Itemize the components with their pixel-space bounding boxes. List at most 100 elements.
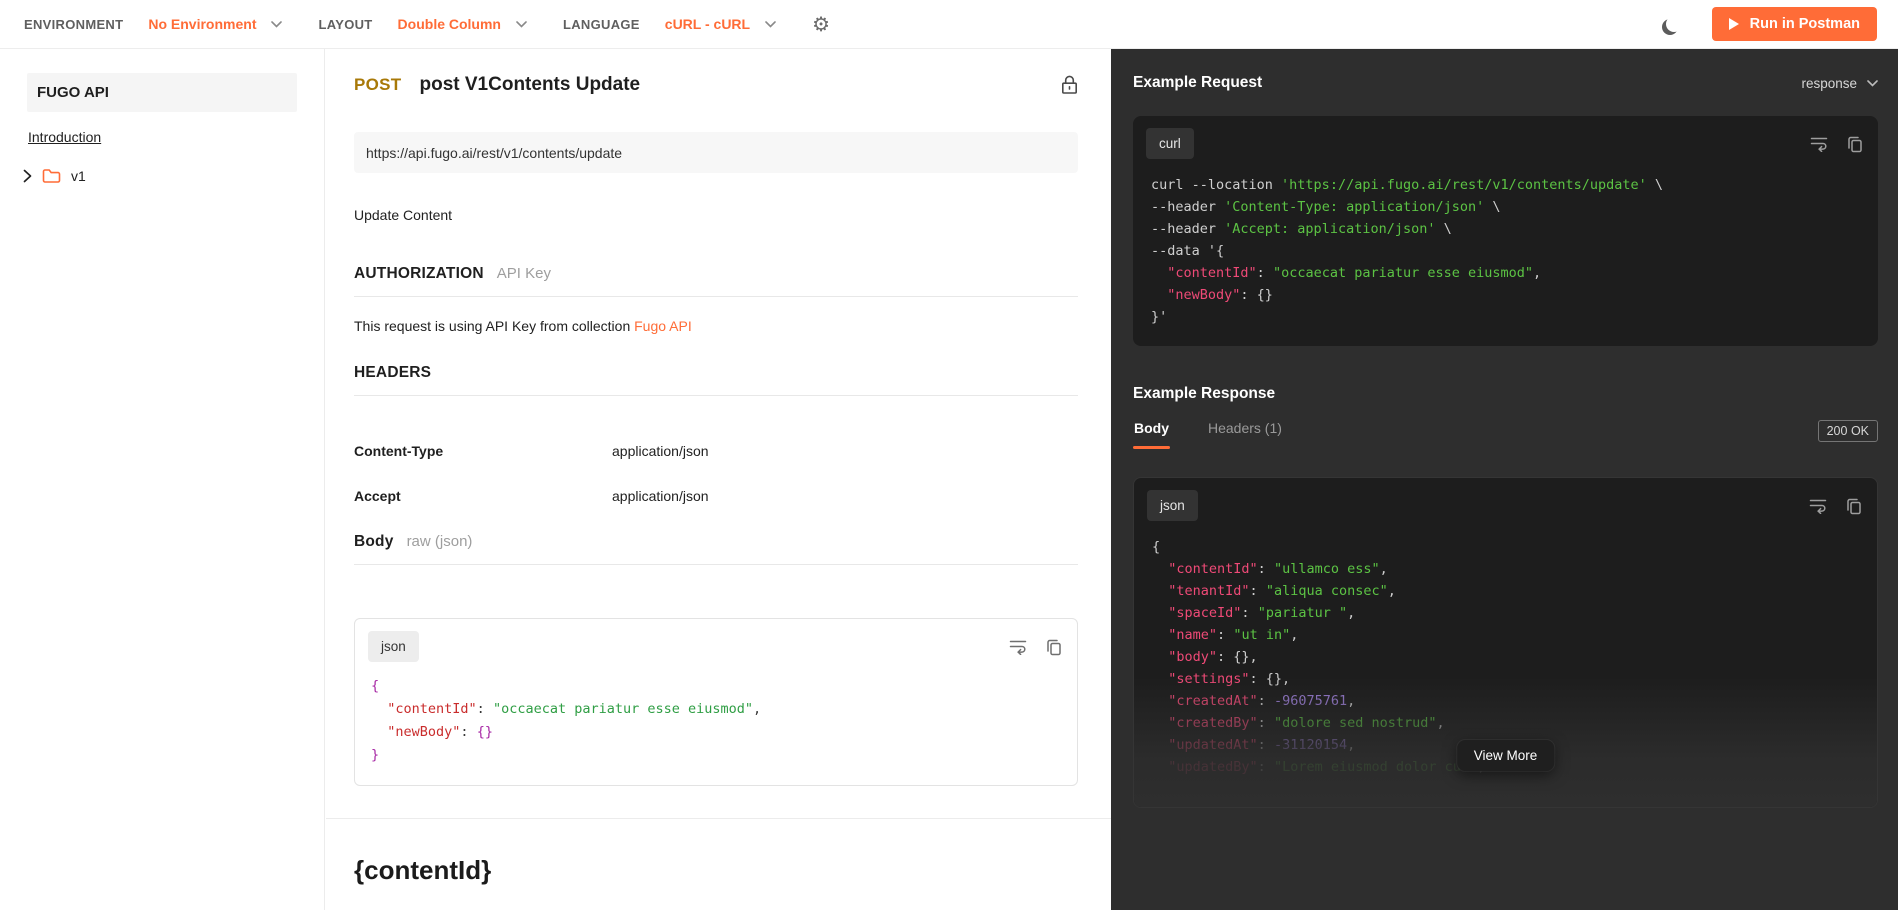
chevron-down-icon: [516, 20, 527, 28]
code-line: "newBody": {}: [387, 724, 493, 740]
body-heading: Body: [354, 533, 394, 550]
language-label: LANGUAGE: [562, 16, 640, 32]
lock-icon: [1061, 75, 1078, 95]
language-group: LANGUAGE cURL - cURL: [563, 16, 776, 32]
main-doc: POST post V1Contents Update https://api.…: [326, 49, 1111, 910]
code-line: "contentId": "ullamco ess",: [1168, 561, 1388, 577]
body-mode: raw (json): [406, 533, 473, 550]
layout-label: LAYOUT: [318, 16, 373, 32]
language-chip: json: [368, 631, 419, 662]
environment-label: ENVIRONMENT: [24, 16, 124, 32]
wrap-text-icon: [1809, 498, 1827, 514]
example-response-heading: Example Response: [1133, 385, 1276, 402]
header-key: Content-Type: [354, 443, 444, 459]
example-request-heading: Example Request: [1133, 74, 1263, 91]
copy-button[interactable]: [1846, 497, 1862, 515]
header-row: Accept application/json: [354, 488, 1078, 504]
copy-icon: [1846, 497, 1862, 515]
copy-button[interactable]: [1046, 638, 1062, 656]
code-line: {: [371, 678, 380, 694]
header-value: application/json: [612, 443, 709, 459]
copy-icon: [1046, 638, 1062, 656]
code-line: "createdBy": "dolore sed nostrud",: [1168, 715, 1445, 731]
code-block-actions: [1009, 638, 1062, 656]
chevron-down-icon: [765, 20, 776, 28]
request-url-text: https://api.fugo.ai/rest/v1/contents/upd…: [366, 144, 623, 161]
code-line: "settings": {},: [1168, 671, 1291, 687]
code-block-actions: [1810, 135, 1863, 153]
sidebar-item-collection[interactable]: FUGO API: [27, 73, 297, 112]
language-value: cURL - cURL: [664, 16, 751, 32]
chevron-down-icon: [271, 20, 283, 28]
request-title: post V1Contents Update: [419, 74, 641, 95]
environment-value: No Environment: [148, 16, 257, 32]
code-block-actions: [1809, 497, 1862, 515]
environment-dropdown[interactable]: No Environment: [148, 16, 283, 32]
topbar: ENVIRONMENT No Environment LAYOUT Double…: [0, 0, 1898, 49]
chevron-down-icon: [1867, 79, 1878, 87]
code-block-header: json: [355, 619, 1077, 664]
example-panel: Example Request response curl curl --loc…: [1111, 49, 1898, 910]
code-line: {: [1152, 539, 1161, 555]
copy-icon: [1847, 135, 1863, 153]
code-line: "name": "ut in",: [1168, 627, 1299, 643]
wrap-text-button[interactable]: [1009, 638, 1027, 656]
language-dropdown[interactable]: cURL - cURL: [665, 16, 776, 32]
folder-icon: [42, 168, 61, 184]
code-line: --header 'Accept: application/json' \: [1151, 221, 1452, 237]
language-chip: curl: [1146, 128, 1194, 159]
headers-section-heading: HEADERS: [354, 364, 1078, 396]
content-id-heading: {contentId}: [354, 855, 492, 885]
view-more-button[interactable]: View More: [1456, 740, 1555, 771]
authorization-type: API Key: [496, 265, 551, 282]
code-line: curl --location 'https://api.fugo.ai/res…: [1151, 177, 1664, 193]
run-button-label: Run in Postman: [1749, 16, 1860, 32]
authorization-section-heading: AUTHORIZATION API Key: [354, 265, 1078, 297]
code-line: "body": {},: [1168, 649, 1258, 665]
sidebar: FUGO API Introduction v1: [0, 49, 325, 910]
response-selector-value: response: [1801, 75, 1857, 91]
tab-headers[interactable]: Headers (1): [1207, 420, 1283, 449]
layout-value: Double Column: [397, 16, 501, 32]
example-request-block: curl curl --location 'https://api.fugo.a…: [1133, 116, 1878, 346]
sidebar-item-introduction[interactable]: Introduction: [28, 129, 101, 145]
topbar-right: Run in Postman: [1666, 7, 1877, 41]
run-in-postman-button[interactable]: Run in Postman: [1711, 7, 1877, 41]
collection-link[interactable]: Fugo API: [634, 318, 692, 334]
request-header: POST post V1Contents Update: [354, 74, 1078, 96]
language-chip: json: [1147, 490, 1198, 521]
authorization-note-text: This request is using API Key from colle…: [354, 318, 635, 334]
moon-icon: [1666, 16, 1682, 32]
copy-button[interactable]: [1847, 135, 1863, 153]
wrap-text-button[interactable]: [1809, 497, 1827, 515]
authorization-note: This request is using API Key from colle…: [354, 318, 1078, 334]
response-tabs: Body Headers (1) 200 OK: [1133, 420, 1878, 449]
collection-name: FUGO API: [37, 84, 109, 101]
wrap-text-icon: [1009, 639, 1027, 655]
tab-body[interactable]: Body: [1133, 420, 1170, 449]
layout-group: LAYOUT Double Column: [318, 16, 527, 32]
layout-dropdown[interactable]: Double Column: [398, 16, 527, 32]
request-description: Update Content: [354, 207, 453, 223]
theme-toggle-button[interactable]: [1666, 16, 1682, 32]
example-response-block: json {"contentId": "ullamco ess", "tena…: [1133, 477, 1878, 808]
header-key: Accept: [354, 488, 401, 504]
gear-icon: ⚙: [812, 12, 831, 36]
request-body-code: { "contentId": "occaecat pariatur esse e…: [355, 664, 1077, 785]
request-body-block: json {"contentId": "occaecat pariatur e…: [354, 618, 1078, 786]
code-line: "contentId": "occaecat pariatur esse eiu…: [387, 701, 762, 717]
sidebar-item-v1[interactable]: v1: [23, 168, 324, 184]
example-request-header: Example Request response: [1133, 74, 1878, 92]
environment-group: ENVIRONMENT No Environment: [24, 16, 283, 32]
code-line: }': [1151, 309, 1168, 325]
method-badge: POST: [354, 75, 402, 94]
code-line: "spaceId": "pariatur ",: [1168, 605, 1356, 621]
code-line: "createdAt": -96075761,: [1168, 693, 1356, 709]
settings-button[interactable]: ⚙: [812, 14, 830, 34]
code-line: "tenantId": "aliqua consec",: [1168, 583, 1396, 599]
code-block-header: json: [1134, 478, 1877, 523]
wrap-text-button[interactable]: [1810, 135, 1828, 153]
authorization-heading: AUTHORIZATION: [354, 265, 484, 282]
section-divider: [326, 818, 1111, 819]
response-selector[interactable]: response: [1801, 76, 1878, 91]
